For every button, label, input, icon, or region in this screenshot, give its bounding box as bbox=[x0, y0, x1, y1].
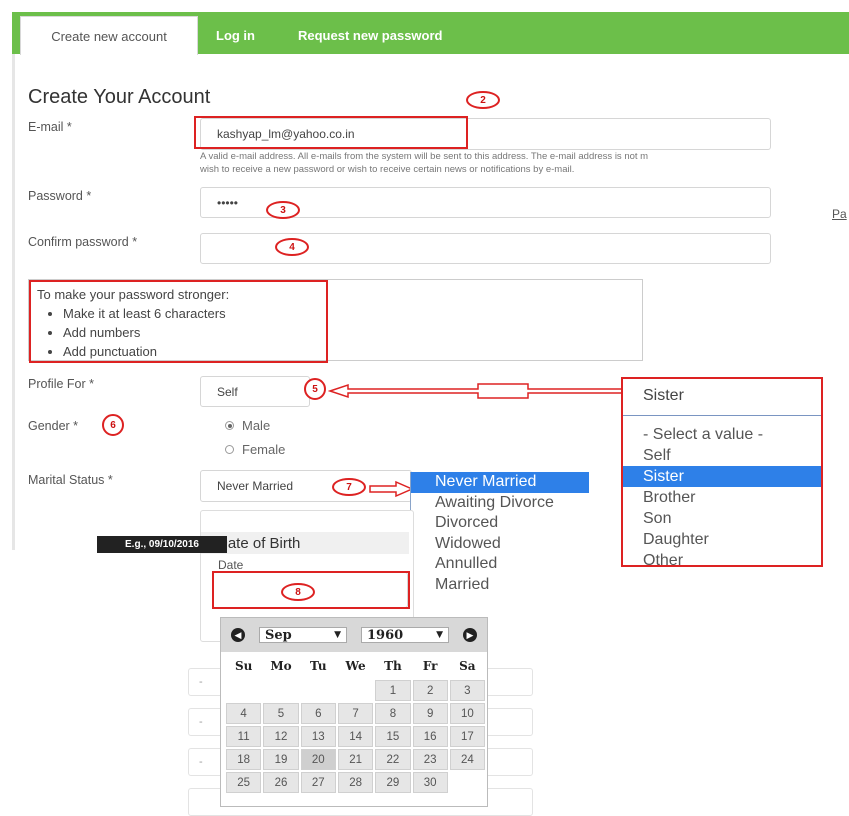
dob-heading: Date of Birth bbox=[201, 532, 409, 554]
calendar-grid: Su Mo Tu We Th Fr Sa 1 2 3 4 5 6 7 8 9 10 11 12 13 14 15 16 17… bbox=[224, 652, 487, 795]
gender-female-radio[interactable]: Female bbox=[225, 442, 285, 457]
calendar-day[interactable]: 9 bbox=[412, 703, 448, 724]
year-select[interactable]: 1960 ▼ bbox=[361, 627, 449, 643]
annotation-arrow-5 bbox=[328, 383, 623, 399]
calendar-day[interactable]: 24 bbox=[449, 749, 485, 770]
email-label: E-mail * bbox=[28, 120, 72, 134]
marital-option[interactable]: Awaiting Divorce bbox=[411, 493, 589, 514]
calendar-day[interactable]: 25 bbox=[226, 772, 262, 793]
datepicker-header: ◀ Sep ▼ 1960 ▼ ▶ bbox=[221, 618, 487, 652]
calendar-day[interactable]: 29 bbox=[375, 772, 411, 793]
calendar-day[interactable]: 18 bbox=[226, 749, 262, 770]
password-value: ••••• bbox=[217, 195, 239, 210]
page-title: Create Your Account bbox=[28, 86, 211, 108]
weekday-header: Sa bbox=[459, 659, 476, 673]
weekday-header: Mo bbox=[270, 659, 292, 673]
next-month-icon[interactable]: ▶ bbox=[463, 628, 477, 642]
calendar-empty-cell bbox=[450, 772, 485, 793]
calendar-day[interactable]: 1 bbox=[375, 680, 411, 701]
calendar-day[interactable]: 22 bbox=[375, 749, 411, 770]
gender-label: Gender * bbox=[28, 419, 79, 433]
profile-for-select[interactable]: Self bbox=[200, 376, 310, 407]
radio-checked-icon bbox=[225, 421, 234, 430]
calendar-day[interactable]: 13 bbox=[300, 726, 336, 747]
profile-for-label: Profile For * bbox=[28, 377, 94, 391]
weekday-header: Su bbox=[234, 659, 253, 673]
annotation-arrow-7 bbox=[369, 480, 414, 498]
calendar-day[interactable]: 14 bbox=[337, 726, 374, 747]
annotation-marker-7: 7 bbox=[332, 478, 366, 496]
highlight-profile-options bbox=[621, 377, 823, 567]
calendar-day[interactable]: 5 bbox=[263, 703, 299, 724]
calendar-empty-cell bbox=[226, 680, 261, 701]
calendar-day[interactable]: 6 bbox=[300, 703, 336, 724]
weekday-header: We bbox=[345, 659, 366, 673]
marital-option[interactable]: Married bbox=[411, 575, 589, 596]
calendar-day[interactable]: 19 bbox=[263, 749, 299, 770]
dob-tooltip: E.g., 09/10/2016 bbox=[97, 536, 227, 553]
calendar-empty-cell bbox=[338, 680, 373, 701]
calendar-day[interactable]: 30 bbox=[412, 772, 448, 793]
radio-unchecked-icon bbox=[225, 445, 234, 454]
tab-create-account[interactable]: Create new account bbox=[20, 16, 198, 55]
marital-status-label: Marital Status * bbox=[28, 473, 113, 487]
calendar-day[interactable]: 26 bbox=[263, 772, 299, 793]
calendar-day[interactable]: 7 bbox=[337, 703, 374, 724]
marital-status-options: Never Married Awaiting Divorce Divorced … bbox=[410, 472, 589, 606]
calendar-day[interactable]: 3 bbox=[449, 680, 485, 701]
marital-option[interactable]: Annulled bbox=[411, 554, 589, 575]
password-strength-link[interactable]: Pa bbox=[832, 207, 847, 221]
calendar-day[interactable]: 28 bbox=[337, 772, 374, 793]
password-label: Password * bbox=[28, 189, 92, 203]
weekday-header: Th bbox=[384, 659, 402, 673]
weekday-header: Fr bbox=[422, 659, 438, 673]
chevron-down-icon: ▼ bbox=[334, 630, 341, 640]
weekday-header: Tu bbox=[310, 659, 327, 673]
highlight-password-tips bbox=[29, 280, 328, 363]
annotation-marker-8: 8 bbox=[281, 583, 315, 601]
month-select[interactable]: Sep ▼ bbox=[259, 627, 347, 643]
tab-request-password[interactable]: Request new password bbox=[298, 16, 442, 54]
calendar-day[interactable]: 27 bbox=[300, 772, 336, 793]
annotation-marker-4: 4 bbox=[275, 238, 309, 256]
marital-option[interactable]: Divorced bbox=[411, 513, 589, 534]
marital-option[interactable]: Widowed bbox=[411, 534, 589, 555]
calendar-day[interactable]: 21 bbox=[337, 749, 374, 770]
date-label: Date bbox=[218, 558, 244, 572]
calendar-day[interactable]: 10 bbox=[449, 703, 485, 724]
tab-login[interactable]: Log in bbox=[216, 16, 255, 54]
calendar-day[interactable]: 20 bbox=[300, 749, 336, 770]
annotation-marker-2: 2 bbox=[466, 91, 500, 109]
marital-option[interactable]: Never Married bbox=[411, 472, 589, 493]
annotation-marker-5: 5 bbox=[304, 378, 326, 400]
calendar-empty-cell bbox=[263, 680, 298, 701]
calendar-day[interactable]: 16 bbox=[412, 726, 448, 747]
calendar-day[interactable]: 4 bbox=[226, 703, 262, 724]
annotation-marker-6: 6 bbox=[102, 414, 124, 436]
prev-month-icon[interactable]: ◀ bbox=[231, 628, 245, 642]
highlight-email bbox=[194, 116, 468, 149]
calendar-day[interactable]: 2 bbox=[412, 680, 448, 701]
annotation-marker-3: 3 bbox=[266, 201, 300, 219]
calendar-day[interactable]: 12 bbox=[263, 726, 299, 747]
calendar-day[interactable]: 23 bbox=[412, 749, 448, 770]
chevron-down-icon: ▼ bbox=[436, 630, 443, 640]
datepicker: ◀ Sep ▼ 1960 ▼ ▶ Su Mo Tu We Th Fr Sa 1234567891… bbox=[220, 617, 488, 807]
calendar-empty-cell bbox=[301, 680, 336, 701]
calendar-day[interactable]: 8 bbox=[375, 703, 411, 724]
content-border bbox=[12, 54, 15, 550]
calendar-day[interactable]: 17 bbox=[449, 726, 485, 747]
calendar-day[interactable]: 11 bbox=[226, 726, 262, 747]
gender-male-radio[interactable]: Male bbox=[225, 418, 270, 433]
email-help-text: A valid e-mail address. All e-mails from… bbox=[200, 151, 649, 175]
confirm-password-label: Confirm password * bbox=[28, 235, 138, 249]
calendar-day[interactable]: 15 bbox=[375, 726, 411, 747]
